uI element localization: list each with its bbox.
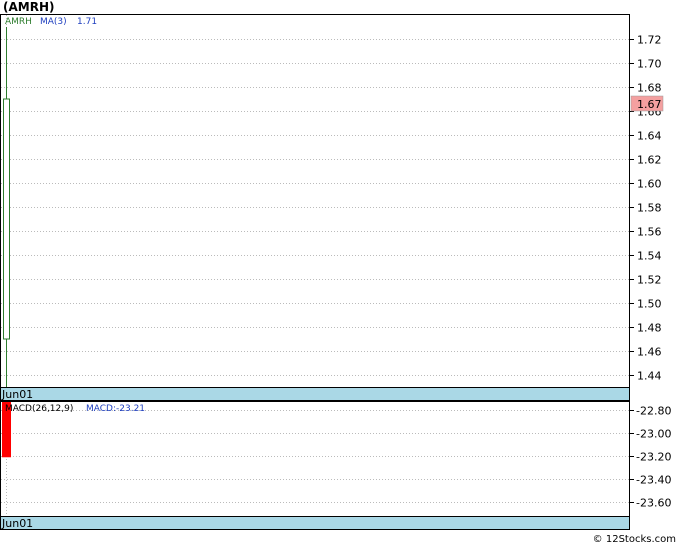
price-tick-label: 1.58 xyxy=(637,202,662,215)
macd-date-label: Jun01 xyxy=(1,517,33,530)
macd-tick-label: -23.60 xyxy=(636,497,671,510)
price-tick-label: 1.56 xyxy=(637,226,662,239)
ma-legend-value: 1.71 xyxy=(77,17,97,27)
macd-tick-label: -23.00 xyxy=(636,428,671,441)
price-tick-label: 1.46 xyxy=(637,346,662,359)
price-tick-label: 1.44 xyxy=(637,370,662,383)
price-tick-label: 1.68 xyxy=(637,82,662,95)
price-date-axis xyxy=(0,387,630,401)
macd-tick-label: -22.80 xyxy=(636,405,671,418)
macd-legend-value: MACD:-23.21 xyxy=(86,404,145,414)
last-price-value: 1.67 xyxy=(637,98,662,111)
candle-body xyxy=(3,98,10,340)
macd-legend-label: MACD(26,12,9) xyxy=(5,404,73,414)
macd-panel xyxy=(0,401,630,530)
price-tick-label: 1.54 xyxy=(637,250,662,263)
footer-watermark: © 12Stocks.com xyxy=(593,534,676,545)
price-date-label: Jun01 xyxy=(1,388,33,401)
price-tick-label: 1.62 xyxy=(637,154,662,167)
macd-y-axis: -22.80 -23.00 -23.20 -23.40 -23.60 xyxy=(630,405,671,510)
chart-title: (AMRH) xyxy=(3,0,54,14)
price-tick-label: 1.64 xyxy=(637,130,662,143)
macd-tick-label: -23.20 xyxy=(636,451,671,464)
macd-tick-label: -23.40 xyxy=(636,474,671,487)
price-tick-label: 1.48 xyxy=(637,322,662,335)
price-tick-label: 1.72 xyxy=(637,34,662,47)
price-tick-label: 1.70 xyxy=(637,58,662,71)
macd-date-axis xyxy=(0,516,630,530)
price-y-axis: 1.721.701.681.661.641.621.601.581.561.54… xyxy=(630,34,662,383)
price-tick-label: 1.60 xyxy=(637,178,662,191)
ma-legend-label: MA(3) xyxy=(40,17,67,27)
price-tick-label: 1.52 xyxy=(637,274,662,287)
ticker-legend: AMRH xyxy=(5,17,32,27)
price-tick-label: 1.50 xyxy=(637,298,662,311)
stock-chart: (AMRH) 1.721.701.681.661.641.621.601.581… xyxy=(0,0,676,545)
